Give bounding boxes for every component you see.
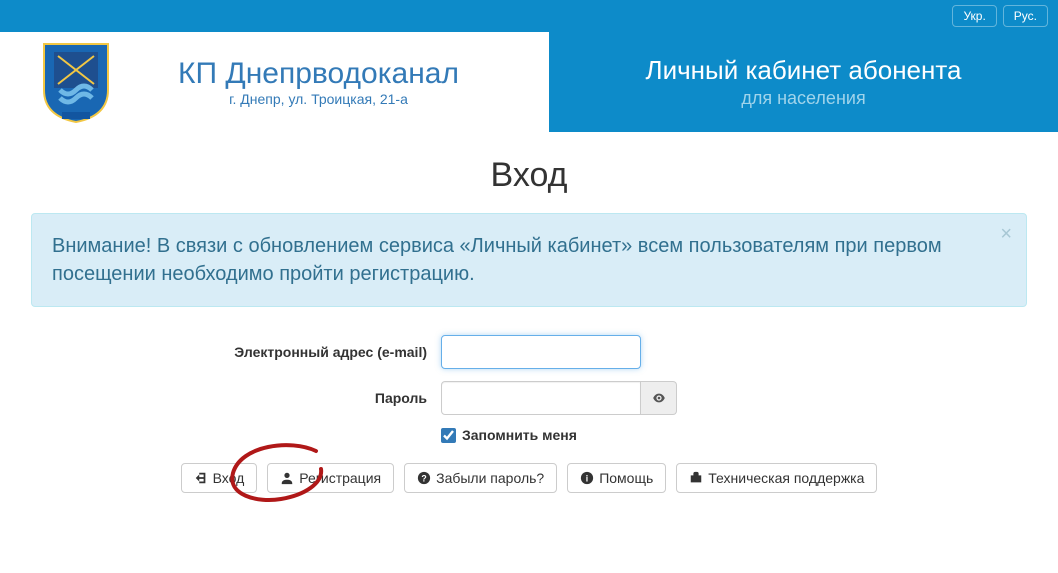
login-button[interactable]: Вход <box>181 463 258 493</box>
remember-row: Запомнить меня <box>441 427 1027 443</box>
help-button[interactable]: i Помощь <box>567 463 666 493</box>
remember-checkbox[interactable] <box>441 428 456 443</box>
main: Вход Внимание! В связи с обновлением сер… <box>19 156 1039 493</box>
brand-title: КП Днепрводоканал <box>128 57 509 91</box>
cabinet-title: Личный кабинет абонента <box>646 55 962 86</box>
question-icon: ? <box>417 471 431 485</box>
lang-uk-button[interactable]: Укр. <box>952 5 996 27</box>
forgot-button[interactable]: ? Забыли пароль? <box>404 463 557 493</box>
brand-block: КП Днепрводоканал г. Днепр, ул. Троицкая… <box>128 57 549 107</box>
password-toggle-button[interactable] <box>641 381 677 415</box>
support-button[interactable]: Техническая поддержка <box>676 463 877 493</box>
user-icon <box>280 471 294 485</box>
help-button-label: Помощь <box>599 470 653 486</box>
header: КП Днепрводоканал г. Днепр, ул. Троицкая… <box>0 32 1058 132</box>
lang-ru-button[interactable]: Рус. <box>1003 5 1048 27</box>
info-alert: Внимание! В связи с обновлением сервиса … <box>31 213 1027 307</box>
button-row: Вход Регистрация ? Забыли пароль? i Помо… <box>31 463 1027 493</box>
alert-close-button[interactable]: × <box>1000 224 1012 244</box>
briefcase-icon <box>689 471 703 485</box>
email-row: Электронный адрес (e-mail) <box>31 335 1027 369</box>
cabinet-subtitle: для населения <box>741 88 865 109</box>
password-row: Пароль <box>31 381 1027 415</box>
support-button-label: Техническая поддержка <box>708 470 864 486</box>
logo-emblem <box>40 40 112 124</box>
svg-text:i: i <box>586 474 588 484</box>
header-left: КП Днепрводоканал г. Днепр, ул. Троицкая… <box>0 32 549 132</box>
login-icon <box>194 471 208 485</box>
info-icon: i <box>580 471 594 485</box>
register-button[interactable]: Регистрация <box>267 463 394 493</box>
password-label: Пароль <box>31 390 441 406</box>
password-input[interactable] <box>441 381 641 415</box>
header-right: Личный кабинет абонента для населения <box>549 32 1058 132</box>
forgot-button-label: Забыли пароль? <box>436 470 544 486</box>
login-button-label: Вход <box>213 470 245 486</box>
brand-address: г. Днепр, ул. Троицкая, 21-а <box>128 91 509 107</box>
alert-text: Внимание! В связи с обновлением сервиса … <box>52 235 942 285</box>
register-button-label: Регистрация <box>299 470 381 486</box>
svg-text:?: ? <box>421 474 426 484</box>
eye-icon <box>652 391 666 405</box>
topbar: Укр. Рус. <box>0 0 1058 32</box>
email-label: Электронный адрес (e-mail) <box>31 344 441 360</box>
email-input[interactable] <box>441 335 641 369</box>
remember-label: Запомнить меня <box>462 427 577 443</box>
password-input-group <box>441 381 677 415</box>
page-title: Вход <box>31 156 1027 195</box>
